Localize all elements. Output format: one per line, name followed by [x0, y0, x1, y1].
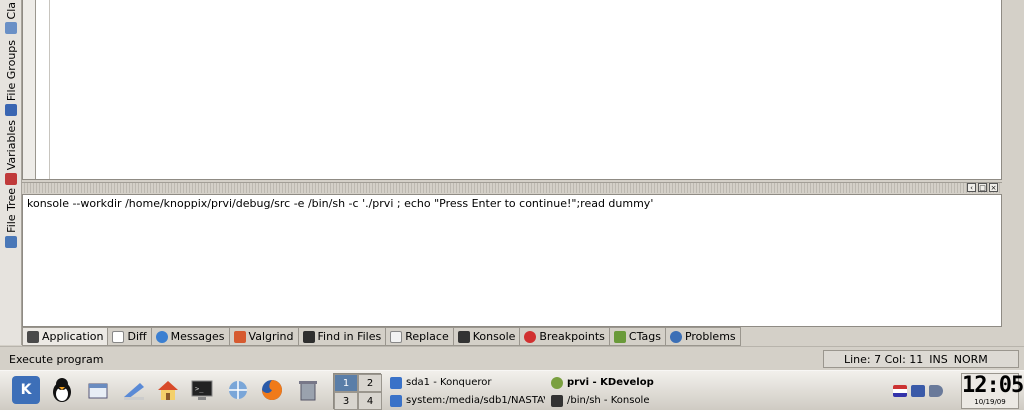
trash-icon[interactable] [294, 376, 322, 404]
status-message: Execute program [9, 353, 104, 366]
task-konsole[interactable]: /bin/sh - Konsole [551, 392, 701, 409]
class-icon [5, 22, 17, 35]
konsole-icon [457, 330, 470, 343]
task-label: sda1 - Konqueror [406, 377, 492, 388]
tab-file-tree-label: File Tree [4, 188, 18, 233]
svg-text:>_: >_ [195, 385, 204, 393]
application-output[interactable]: konsole --workdir /home/knoppix/prvi/deb… [22, 194, 1002, 327]
desktop-pager: 1 2 3 4 [333, 373, 382, 410]
tab-diff[interactable]: Diff [108, 327, 152, 346]
tab-messages[interactable]: Messages [151, 327, 230, 346]
tab-file-tree[interactable]: File Tree [2, 188, 20, 248]
file-groups-icon [5, 104, 17, 117]
tab-find-in-files[interactable]: Find in Files [298, 327, 387, 346]
output-command-line: konsole --workdir /home/knoppix/prvi/deb… [27, 197, 654, 210]
konqueror-icon [390, 376, 402, 389]
insert-mode: INS [929, 352, 948, 366]
window-list-icon[interactable] [84, 376, 112, 404]
problems-icon [669, 330, 682, 343]
dock-buttons: ‹ □ × [967, 183, 998, 192]
tab-ctags-label: CTags [628, 330, 661, 343]
valgrind-icon [233, 330, 246, 343]
clock-date: 10/19/09 [974, 398, 1006, 406]
tab-variables[interactable]: Variables [2, 120, 20, 186]
tab-variables-label: Variables [4, 120, 18, 171]
editor-area[interactable]: ▲ ▼ [22, 0, 1024, 180]
maximize-button[interactable]: □ [978, 183, 987, 192]
tab-application[interactable]: Application [22, 327, 109, 346]
taskbar: K >_ 1 2 3 4 sda1 - Konqueror prvi - KDe… [0, 370, 1024, 410]
tab-breakpoints-label: Breakpoints [539, 330, 605, 343]
tab-problems-label: Problems [684, 330, 736, 343]
kde-menu-icon[interactable]: K [12, 376, 40, 404]
tab-application-label: Application [42, 330, 104, 343]
konqueror-icon [390, 394, 402, 407]
desktop-1[interactable]: 1 [334, 374, 358, 392]
tab-valgrind-label: Valgrind [248, 330, 294, 343]
editor-line-gutter [36, 0, 50, 179]
right-margin [1002, 0, 1024, 345]
clock-time: 12:05 [962, 373, 1024, 398]
task-konqueror-system[interactable]: system:/media/sdb1/NASTAVA [390, 392, 545, 409]
kdevelop-icon [551, 376, 563, 389]
firefox-icon[interactable] [258, 376, 286, 404]
tab-classes-label: Cla [4, 2, 18, 20]
tab-ctags[interactable]: CTags [609, 327, 666, 346]
tab-classes[interactable]: Cla [2, 2, 20, 35]
breakpoints-icon [524, 330, 537, 343]
system-tray [893, 385, 943, 397]
tab-file-groups[interactable]: File Groups [2, 40, 20, 117]
diff-icon [112, 330, 125, 343]
clock[interactable]: 12:05 10/19/09 [961, 373, 1024, 409]
tab-problems[interactable]: Problems [665, 327, 741, 346]
find-in-files-icon [302, 330, 315, 343]
ctags-icon [613, 330, 626, 343]
cursor-position: Line: 7 Col: 11 [844, 352, 924, 366]
network-icon[interactable] [224, 376, 252, 404]
variables-icon [5, 173, 17, 186]
tab-file-groups-label: File Groups [4, 40, 18, 102]
tab-valgrind[interactable]: Valgrind [229, 327, 299, 346]
norm-mode: NORM [953, 352, 988, 366]
tux-icon[interactable] [48, 376, 76, 404]
flag-us-icon[interactable] [893, 385, 907, 397]
application-icon [27, 330, 39, 343]
tab-breakpoints[interactable]: Breakpoints [520, 327, 610, 346]
desktop-4[interactable]: 4 [358, 392, 382, 410]
task-label: /bin/sh - Konsole [567, 395, 650, 406]
messages-icon [155, 330, 168, 343]
tab-replace[interactable]: Replace [386, 327, 454, 346]
replace-icon [390, 330, 403, 343]
bottom-tab-bar: Application Diff Messages Valgrind Find … [22, 327, 741, 346]
terminal-icon[interactable]: >_ [188, 376, 216, 404]
home-icon[interactable] [154, 376, 182, 404]
kwrite-icon[interactable] [120, 376, 148, 404]
file-tree-icon [5, 235, 17, 248]
tab-konsole[interactable]: Konsole [453, 327, 521, 346]
task-label: prvi - KDevelop [567, 377, 654, 388]
task-label: system:/media/sdb1/NASTAVA [406, 395, 545, 406]
tab-find-in-files-label: Find in Files [317, 330, 382, 343]
tab-messages-label: Messages [170, 330, 225, 343]
undock-button[interactable]: ‹ [967, 183, 976, 192]
status-bar: Execute program Line: 7 Col: 11 INS NORM [0, 346, 1024, 370]
cursor-status: Line: 7 Col: 11 INS NORM [823, 350, 1019, 368]
konsole-icon [551, 394, 563, 407]
volume-icon[interactable] [929, 385, 943, 397]
close-button[interactable]: × [989, 183, 998, 192]
desktop-3[interactable]: 3 [334, 392, 358, 410]
network-tray-icon[interactable] [911, 385, 925, 397]
left-tab-strip: Cla File Groups Variables File Tree [0, 0, 22, 345]
panel-splitter[interactable]: ‹ □ × [22, 182, 1002, 193]
task-konqueror-sda1[interactable]: sda1 - Konqueror [390, 374, 540, 391]
task-kdevelop[interactable]: prvi - KDevelop [551, 374, 701, 391]
editor-gutter [23, 0, 36, 179]
tab-konsole-label: Konsole [472, 330, 516, 343]
desktop-2[interactable]: 2 [358, 374, 382, 392]
tab-replace-label: Replace [405, 330, 449, 343]
tab-diff-label: Diff [127, 330, 147, 343]
